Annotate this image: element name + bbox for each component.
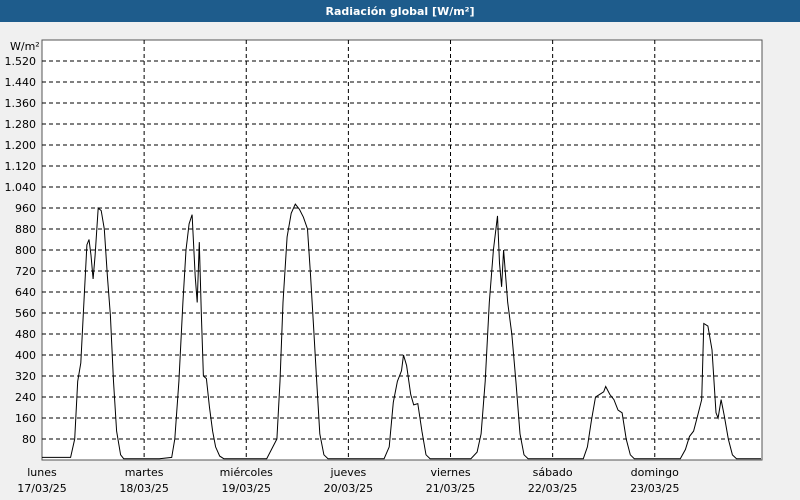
- y-tick-label: 560: [15, 307, 36, 320]
- y-tick-label: 720: [15, 265, 36, 278]
- x-tick-date: 17/03/25: [17, 482, 66, 495]
- y-tick-label: 400: [15, 349, 36, 362]
- y-tick-label: 880: [15, 223, 36, 236]
- y-tick-label: 960: [15, 202, 36, 215]
- y-tick-label: 80: [22, 433, 36, 446]
- y-tick-label: 1.280: [5, 118, 37, 131]
- y-tick-label: 1.040: [5, 181, 37, 194]
- x-tick-day-name: jueves: [329, 466, 366, 479]
- x-tick-day-name: martes: [125, 466, 164, 479]
- y-tick-label: 480: [15, 328, 36, 341]
- x-tick-day-name: sábado: [533, 466, 573, 479]
- x-tick-date: 21/03/25: [426, 482, 475, 495]
- y-tick-label: 1.440: [5, 76, 37, 89]
- y-tick-labels: 1.520 1.440 1.360 1.280 1.200 1.120 1.040 960 88…: [5, 55, 37, 446]
- y-tick-label: 1.360: [5, 97, 37, 110]
- x-tick-date: 23/03/25: [630, 482, 679, 495]
- y-tick-label: 800: [15, 244, 36, 257]
- x-tick-date: 20/03/25: [324, 482, 373, 495]
- y-tick-label: 640: [15, 286, 36, 299]
- x-tick-date: 19/03/25: [222, 482, 271, 495]
- y-axis-unit-label: W/m²: [10, 40, 40, 53]
- y-tick-label: 1.120: [5, 160, 37, 173]
- x-tick-day-name: viernes: [430, 466, 470, 479]
- x-tick-day-name: lunes: [27, 466, 57, 479]
- x-tick-date: 22/03/25: [528, 482, 577, 495]
- y-tick-label: 240: [15, 391, 36, 404]
- y-tick-label: 160: [15, 412, 36, 425]
- x-tick-day-name: miércoles: [220, 466, 273, 479]
- chart-canvas: 1.520 1.440 1.360 1.280 1.200 1.120 1.040 960 88…: [5, 39, 763, 495]
- y-tick-label: 1.520: [5, 55, 37, 68]
- y-tick-label: 320: [15, 370, 36, 383]
- x-tick-day-name: domingo: [631, 466, 679, 479]
- chart-title: Radiación global [W/m²]: [0, 0, 800, 22]
- y-tick-label: 1.200: [5, 139, 37, 152]
- x-tick-labels: lunes 17/03/25 martes 18/03/25 miércoles 19/0…: [17, 466, 679, 495]
- x-tick-date: 18/03/25: [119, 482, 168, 495]
